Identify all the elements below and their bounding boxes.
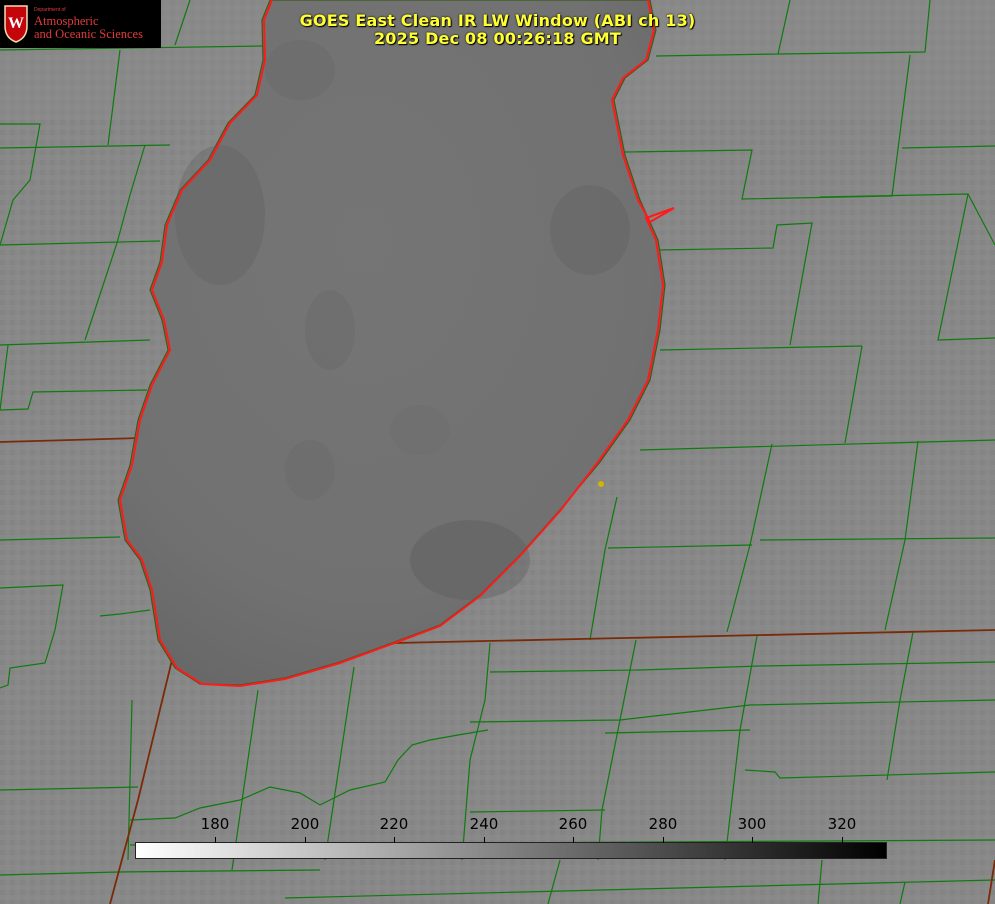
colorbar-tick-label: 220 — [379, 815, 409, 833]
colorbar-tick — [305, 837, 306, 843]
colorbar-tick-label: 200 — [290, 815, 320, 833]
colorbar-tick-label: 180 — [200, 815, 230, 833]
location-marker — [598, 481, 604, 487]
uw-aos-logo: W Department of Atmospheric and Oceanic … — [0, 0, 161, 48]
logo-department-text: Department of — [34, 7, 66, 13]
colorbar-tick — [573, 837, 574, 843]
logo-line-2: and Oceanic Sciences — [34, 27, 143, 41]
crest-letter: W — [8, 15, 24, 32]
colorbar-tick-label: 320 — [827, 815, 857, 833]
colorbar-tick — [752, 837, 753, 843]
crest-icon: W — [4, 5, 28, 43]
colorbar-tick-label: 240 — [469, 815, 499, 833]
colorbar-tick — [484, 837, 485, 843]
colorbar-tick — [663, 837, 664, 843]
colorbar-tick-label: 300 — [737, 815, 767, 833]
satellite-image-viewer: GOES East Clean IR LW Window (ABI ch 13)… — [0, 0, 995, 904]
colorbar-tick — [394, 837, 395, 843]
colorbar-tick-label: 280 — [648, 815, 678, 833]
satellite-map — [0, 0, 995, 904]
colorbar-tick — [215, 837, 216, 843]
colorbar — [135, 842, 887, 859]
colorbar-tick-label: 260 — [558, 815, 588, 833]
colorbar-tick — [842, 837, 843, 843]
